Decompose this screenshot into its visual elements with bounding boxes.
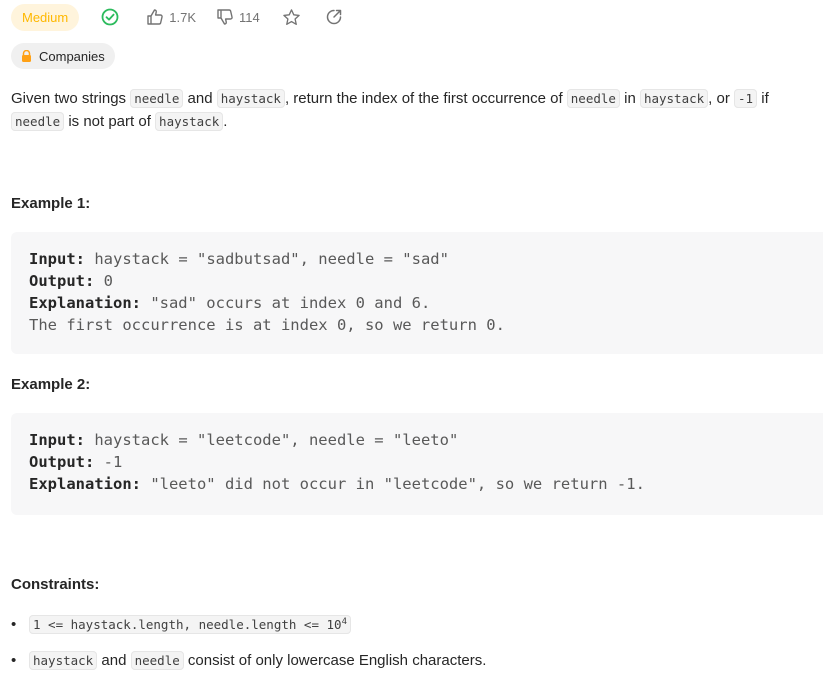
- explanation-value: "sad" occurs at index 0 and 6.: [140, 294, 431, 312]
- inline-code: haystack: [29, 651, 98, 670]
- desc-text: and: [183, 90, 217, 107]
- example-1-box: Input: haystack = "sadbutsad", needle = …: [11, 232, 823, 354]
- desc-text: .: [223, 113, 228, 130]
- inline-code: 1 <= haystack.length, needle.length <= 1…: [29, 615, 351, 634]
- constraint-text: and: [97, 652, 131, 669]
- thumbs-up-icon: [147, 9, 164, 25]
- inline-code: needle: [566, 89, 620, 108]
- inline-code: needle: [130, 89, 184, 108]
- explanation-continued: The first occurrence is at index 0, so w…: [29, 316, 505, 334]
- like-count: 1.7K: [169, 9, 196, 25]
- thumbs-down-icon: [217, 9, 233, 25]
- output-label: Output:: [29, 453, 95, 471]
- output-value: 0: [94, 272, 113, 290]
- input-label: Input:: [29, 431, 85, 449]
- inline-code: haystack: [216, 89, 285, 108]
- inline-code: -1: [734, 89, 758, 108]
- star-icon: [282, 8, 300, 25]
- desc-text: in: [619, 90, 640, 107]
- companies-label: Companies: [39, 48, 105, 64]
- dislike-button[interactable]: 114: [216, 8, 260, 26]
- problem-description: Given two strings needle and haystack, r…: [11, 87, 811, 133]
- desc-text: Given two strings: [11, 90, 131, 107]
- constraint-item: • 1 <= haystack.length, needle.length <= …: [11, 610, 811, 646]
- inline-code: haystack: [155, 112, 224, 131]
- difficulty-badge: Medium: [11, 3, 80, 31]
- like-button[interactable]: 1.7K: [146, 8, 196, 26]
- inline-code: needle: [130, 651, 184, 670]
- desc-text: if: [757, 90, 769, 107]
- constraint-code: 1 <= haystack.length, needle.length <= 1…: [33, 617, 342, 632]
- explanation-value: "leeto" did not occur in "leetcode", so …: [140, 475, 645, 493]
- explanation-label: Explanation:: [29, 294, 141, 312]
- lock-icon: [21, 50, 32, 62]
- input-value: haystack = "leetcode", needle = "leeto": [85, 431, 459, 449]
- constraint-text: consist of only lowercase English charac…: [183, 652, 487, 669]
- constraint-item: • haystack and needle consist of only low…: [11, 651, 487, 670]
- share-icon: [326, 9, 341, 25]
- example-2-box: Input: haystack = "leetcode", needle = "…: [11, 413, 823, 515]
- input-label: Input:: [29, 250, 85, 268]
- exponent: 4: [341, 616, 347, 627]
- input-value: haystack = "sadbutsad", needle = "sad": [85, 250, 449, 268]
- explanation-label: Explanation:: [29, 475, 141, 493]
- inline-code: haystack: [639, 89, 709, 108]
- share-button[interactable]: [325, 8, 343, 26]
- output-value: -1: [94, 453, 123, 471]
- desc-text: , return the index of the first occurren…: [284, 90, 567, 107]
- favorite-button[interactable]: [282, 8, 301, 27]
- output-label: Output:: [29, 272, 95, 290]
- solved-check-icon: [101, 7, 121, 27]
- constraints-heading: Constraints:: [11, 576, 100, 593]
- desc-text: is not part of: [64, 113, 156, 130]
- problem-header: Medium 1.7K 114: [11, 3, 343, 31]
- example-1-heading: Example 1:: [11, 195, 91, 212]
- companies-tag[interactable]: Companies: [11, 43, 115, 69]
- inline-code: needle: [11, 112, 65, 131]
- constraints-list: • 1 <= haystack.length, needle.length <= …: [11, 610, 811, 682]
- desc-text: , or: [708, 90, 735, 107]
- example-2-heading: Example 2:: [11, 376, 91, 393]
- dislike-count: 114: [239, 9, 260, 25]
